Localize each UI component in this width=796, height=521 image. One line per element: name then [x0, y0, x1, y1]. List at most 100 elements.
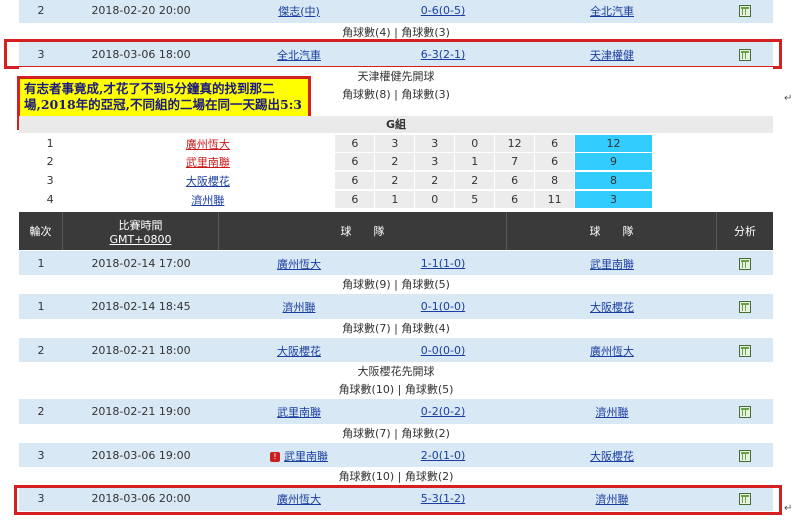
standings-row: 2 武里南聯 6 2 3 1 7 6 9 — [19, 153, 652, 170]
schedule-header: 輪次 比賽時間 GMT+0800 球 隊 球 隊 分析 — [19, 212, 773, 250]
round-cell: 2 — [37, 405, 45, 418]
home-team-link[interactable]: 大阪櫻花 — [277, 345, 321, 358]
away-team-link[interactable]: 全北汽車 — [590, 5, 634, 18]
score-link[interactable]: 0-6(0-5) — [421, 4, 466, 17]
time-cell: 2018-02-21 19:00 — [91, 405, 191, 418]
table-row: 2 2018-02-21 18:00 大阪櫻花 0-0(0-0) 廣州恆大 — [19, 338, 773, 363]
analysis-chart-icon[interactable] — [739, 405, 751, 418]
win-cell: 1 — [374, 191, 415, 208]
team-link[interactable]: 濟州聯 — [191, 194, 224, 207]
highlight-box — [14, 485, 782, 515]
goals-against-cell: 11 — [534, 191, 575, 208]
corner-stats: 角球數(7) | 角球數(4) — [19, 319, 773, 338]
round-cell: 1 — [37, 300, 45, 313]
away-team-link[interactable]: 濟州聯 — [596, 406, 629, 419]
draw-cell: 0 — [414, 191, 455, 208]
analysis-chart-icon[interactable] — [739, 4, 751, 17]
goals-against-cell: 6 — [534, 135, 575, 152]
played-cell: 6 — [334, 191, 375, 208]
corner-stats: 角球數(7) | 角球數(2) — [19, 424, 773, 443]
round-cell: 2 — [37, 4, 45, 17]
played-cell: 6 — [334, 153, 375, 170]
score-link[interactable]: 0-2(0-2) — [421, 405, 466, 418]
header-analysis: 分析 — [734, 225, 756, 238]
score-link[interactable]: 2-0(1-0) — [421, 449, 466, 462]
team-link[interactable]: 武里南聯 — [186, 156, 230, 169]
goals-against-cell: 8 — [534, 172, 575, 189]
score-link[interactable]: 1-1(1-0) — [421, 257, 466, 270]
time-cell: 2018-02-14 17:00 — [91, 257, 191, 270]
played-cell: 6 — [334, 172, 375, 189]
draw-cell: 3 — [414, 135, 455, 152]
rank-cell: 1 — [46, 137, 54, 150]
corner-stats: 角球數(10) | 角球數(5) — [19, 380, 773, 399]
score-link[interactable]: 0-0(0-0) — [421, 344, 466, 357]
points-cell: 12 — [574, 135, 652, 152]
win-cell: 3 — [374, 135, 415, 152]
time-cell: 2018-02-14 18:45 — [91, 300, 191, 313]
header-time: 比賽時間 GMT+0800 — [63, 212, 219, 250]
away-team-link[interactable]: 大阪櫻花 — [590, 301, 634, 314]
corner-stats: 角球數(10) | 角球數(2) — [19, 467, 773, 486]
standings-row: 4 濟州聯 6 1 0 5 6 11 3 — [19, 191, 652, 208]
home-team-link[interactable]: 傑志(中) — [278, 5, 320, 18]
return-mark: ↵ — [784, 503, 793, 514]
header-round: 輪次 — [19, 212, 63, 250]
group-title: G組 — [19, 116, 773, 133]
round-cell: 1 — [37, 257, 45, 270]
table-row: 2 2018-02-20 20:00 傑志(中) 0-6(0-5) 全北汽車 — [19, 0, 773, 23]
table-row: 3 2018-03-06 19:00 ! 武里南聯 2-0(1-0) 大阪櫻花 — [19, 443, 773, 468]
header-time-label: 比賽時間 — [118, 218, 163, 232]
round-cell: 2 — [37, 344, 45, 357]
points-cell: 3 — [574, 191, 652, 208]
standings-row: 3 大阪櫻花 6 2 2 2 6 8 8 — [19, 172, 652, 189]
team-link[interactable]: 大阪櫻花 — [186, 175, 230, 188]
loss-cell: 2 — [454, 172, 495, 189]
team-link[interactable]: 廣州恆大 — [186, 138, 230, 151]
points-cell: 8 — [574, 172, 652, 189]
away-team-link[interactable]: 大阪櫻花 — [590, 450, 634, 463]
time-cell: 2018-02-20 20:00 — [91, 4, 191, 17]
away-team-link[interactable]: 廣州恆大 — [590, 345, 634, 358]
home-team-link[interactable]: 武里南聯 — [284, 450, 328, 463]
loss-cell: 0 — [454, 135, 495, 152]
draw-cell: 2 — [414, 172, 455, 189]
home-team-link[interactable]: 濟州聯 — [283, 301, 316, 314]
goals-for-cell: 12 — [494, 135, 535, 152]
away-team-link[interactable]: 武里南聯 — [590, 258, 634, 271]
home-team-link[interactable]: 廣州恆大 — [277, 258, 321, 271]
return-mark: ↵ — [784, 93, 793, 104]
analysis-chart-icon[interactable] — [739, 344, 751, 357]
analysis-chart-icon[interactable] — [739, 257, 751, 270]
warning-icon: ! — [270, 451, 280, 462]
analysis-chart-icon[interactable] — [739, 449, 751, 462]
header-away-team: 球 隊 — [507, 212, 717, 250]
rank-cell: 2 — [46, 155, 54, 168]
rank-cell: 3 — [46, 174, 54, 187]
win-cell: 2 — [374, 172, 415, 189]
kickoff-note: 大阪櫻花先開球 — [19, 362, 773, 381]
score-link[interactable]: 0-1(0-0) — [421, 300, 466, 313]
table-row: 1 2018-02-14 17:00 廣州恆大 1-1(1-0) 武里南聯 — [19, 251, 773, 276]
goals-against-cell: 6 — [534, 153, 575, 170]
time-cell: 2018-03-06 19:00 — [91, 449, 191, 462]
goals-for-cell: 7 — [494, 153, 535, 170]
goals-for-cell: 6 — [494, 191, 535, 208]
loss-cell: 1 — [454, 153, 495, 170]
highlight-box — [4, 39, 782, 69]
played-cell: 6 — [334, 135, 375, 152]
header-home-team: 球 隊 — [219, 212, 507, 250]
loss-cell: 5 — [454, 191, 495, 208]
table-row: 2 2018-02-21 19:00 武里南聯 0-2(0-2) 濟州聯 — [19, 399, 773, 424]
table-row: 1 2018-02-14 18:45 濟州聯 0-1(0-0) 大阪櫻花 — [19, 294, 773, 319]
round-cell: 3 — [37, 449, 45, 462]
home-team-link[interactable]: 武里南聯 — [277, 406, 321, 419]
win-cell: 2 — [374, 153, 415, 170]
timezone-link[interactable]: GMT+0800 — [110, 233, 172, 246]
draw-cell: 3 — [414, 153, 455, 170]
points-cell: 9 — [574, 153, 652, 170]
corner-stats: 角球數(9) | 角球數(5) — [19, 275, 773, 294]
analysis-chart-icon[interactable] — [739, 300, 751, 313]
time-cell: 2018-02-21 18:00 — [91, 344, 191, 357]
rank-cell: 4 — [46, 193, 54, 206]
